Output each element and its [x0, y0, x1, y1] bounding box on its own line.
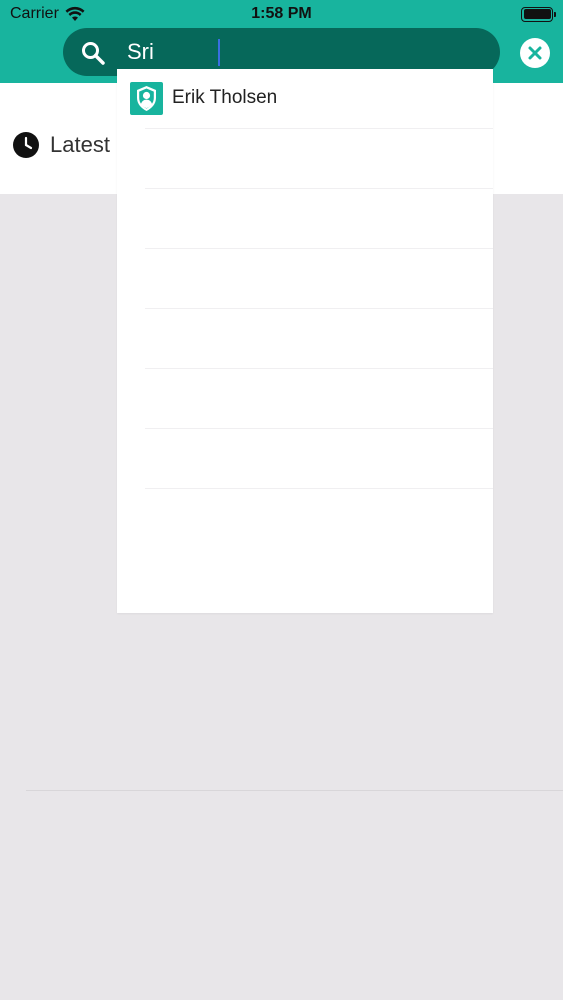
search-input[interactable]	[127, 34, 487, 70]
close-circle-icon	[528, 46, 542, 60]
clock-icon	[13, 132, 39, 158]
suggestion-name: Erik Tholsen	[172, 87, 278, 108]
search-suggestions: Erik Tholsen	[117, 69, 493, 613]
status-left: Carrier	[10, 5, 85, 23]
suggestion-item[interactable]: Erik Tholsen	[117, 69, 493, 129]
user-shield-icon	[130, 82, 163, 115]
latest-tab[interactable]: Latest	[12, 131, 110, 159]
battery-icon	[521, 6, 556, 22]
suggestion-item[interactable]	[117, 249, 493, 309]
suggestion-item[interactable]	[117, 429, 493, 489]
latest-label: Latest	[50, 132, 110, 157]
carrier-label: Carrier	[10, 5, 59, 22]
clear-search-button[interactable]	[520, 38, 550, 68]
search-icon	[82, 42, 105, 65]
suggestion-item[interactable]	[117, 309, 493, 369]
status-bar: Carrier 1:58 PM	[0, 0, 563, 28]
text-caret	[218, 39, 220, 66]
wifi-icon	[65, 6, 85, 21]
suggestion-item[interactable]	[117, 369, 493, 429]
suggestion-item[interactable]	[117, 189, 493, 249]
divider	[26, 790, 563, 791]
suggestion-item[interactable]	[117, 489, 493, 549]
status-time: 1:58 PM	[251, 5, 312, 22]
suggestion-item[interactable]	[117, 129, 493, 189]
